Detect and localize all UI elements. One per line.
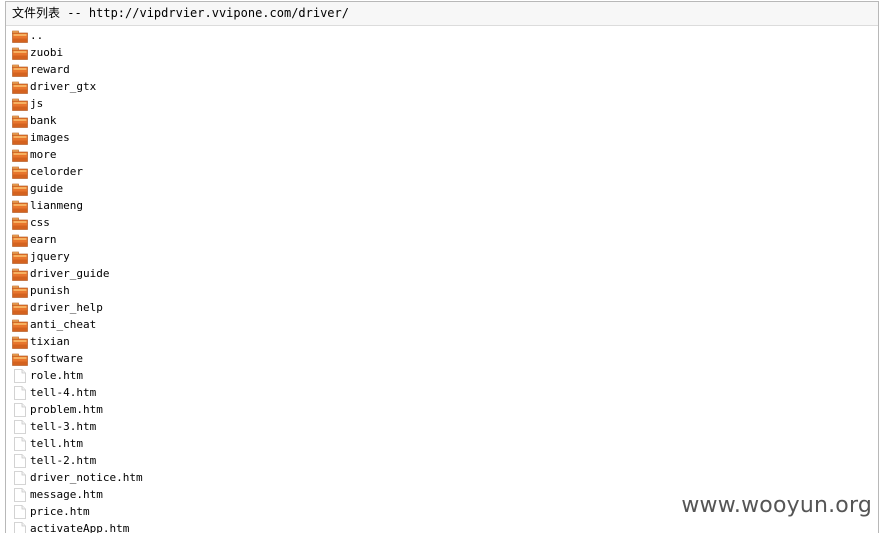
folder-link[interactable]: punish	[30, 282, 70, 299]
file-link[interactable]: tell.htm	[30, 435, 83, 452]
file-link[interactable]: tell-3.htm	[30, 418, 96, 435]
folder-icon	[12, 335, 28, 349]
folder-row[interactable]: driver_help	[6, 299, 878, 316]
file-icon	[12, 436, 28, 451]
file-icon	[12, 504, 28, 519]
folder-icon	[12, 182, 28, 196]
file-link[interactable]: tell-4.htm	[30, 384, 96, 401]
folder-icon	[12, 284, 28, 298]
folder-icon	[12, 250, 28, 264]
file-row[interactable]: tell.htm	[6, 435, 878, 452]
folder-icon	[12, 199, 28, 213]
file-link[interactable]: role.htm	[30, 367, 83, 384]
folder-row[interactable]: images	[6, 129, 878, 146]
file-list-panel: 文件列表 -- http://vipdrvier.vvipone.com/dri…	[5, 1, 879, 533]
folder-link[interactable]: earn	[30, 231, 57, 248]
folder-row[interactable]: driver_gtx	[6, 78, 878, 95]
folder-link[interactable]: bank	[30, 112, 57, 129]
folder-row[interactable]: punish	[6, 282, 878, 299]
file-row[interactable]: activateApp.htm	[6, 520, 878, 533]
file-link[interactable]: price.htm	[30, 503, 90, 520]
folder-row[interactable]: lianmeng	[6, 197, 878, 214]
folder-link[interactable]: celorder	[30, 163, 83, 180]
file-icon	[12, 521, 28, 533]
file-icon	[12, 385, 28, 400]
folder-icon	[12, 63, 28, 77]
folder-link[interactable]: driver_guide	[30, 265, 109, 282]
folder-row[interactable]: anti_cheat	[6, 316, 878, 333]
folder-link[interactable]: js	[30, 95, 43, 112]
watermark: www.wooyun.org	[681, 493, 872, 518]
folder-row[interactable]: js	[6, 95, 878, 112]
folder-icon	[12, 165, 28, 179]
folder-link[interactable]: guide	[30, 180, 63, 197]
folder-icon	[12, 80, 28, 94]
folder-row[interactable]: reward	[6, 61, 878, 78]
folder-link[interactable]: jquery	[30, 248, 70, 265]
folder-icon	[12, 301, 28, 315]
file-icon	[12, 453, 28, 468]
folder-icon	[12, 267, 28, 281]
folder-link[interactable]: css	[30, 214, 50, 231]
file-link[interactable]: problem.htm	[30, 401, 103, 418]
file-list: .. zuobi reward driver_gtx js bank image…	[6, 26, 878, 533]
folder-link[interactable]: zuobi	[30, 44, 63, 61]
folder-row[interactable]: css	[6, 214, 878, 231]
file-row[interactable]: role.htm	[6, 367, 878, 384]
folder-icon	[12, 131, 28, 145]
file-row[interactable]: tell-3.htm	[6, 418, 878, 435]
folder-icon	[12, 114, 28, 128]
page-title: 文件列表 -- http://vipdrvier.vvipone.com/dri…	[6, 2, 878, 26]
folder-row[interactable]: guide	[6, 180, 878, 197]
file-link[interactable]: activateApp.htm	[30, 520, 129, 533]
file-row[interactable]: tell-2.htm	[6, 452, 878, 469]
file-row[interactable]: problem.htm	[6, 401, 878, 418]
folder-icon	[12, 233, 28, 247]
folder-link[interactable]: tixian	[30, 333, 70, 350]
file-row[interactable]: tell-4.htm	[6, 384, 878, 401]
folder-link[interactable]: images	[30, 129, 70, 146]
folder-row[interactable]: more	[6, 146, 878, 163]
file-icon	[12, 402, 28, 417]
folder-link[interactable]: anti_cheat	[30, 316, 96, 333]
folder-link[interactable]: lianmeng	[30, 197, 83, 214]
folder-row[interactable]: celorder	[6, 163, 878, 180]
folder-row[interactable]: ..	[6, 27, 878, 44]
folder-icon	[12, 318, 28, 332]
page-viewport: 文件列表 -- http://vipdrvier.vvipone.com/dri…	[0, 0, 881, 533]
folder-icon	[12, 46, 28, 60]
folder-icon	[12, 216, 28, 230]
folder-icon	[12, 148, 28, 162]
folder-link[interactable]: reward	[30, 61, 70, 78]
folder-icon	[12, 29, 28, 43]
folder-link[interactable]: more	[30, 146, 57, 163]
folder-row[interactable]: tixian	[6, 333, 878, 350]
folder-link[interactable]: driver_gtx	[30, 78, 96, 95]
folder-link[interactable]: software	[30, 350, 83, 367]
file-icon	[12, 419, 28, 434]
file-link[interactable]: message.htm	[30, 486, 103, 503]
file-icon	[12, 470, 28, 485]
file-icon	[12, 487, 28, 502]
folder-icon	[12, 97, 28, 111]
folder-row[interactable]: zuobi	[6, 44, 878, 61]
folder-icon	[12, 352, 28, 366]
folder-link[interactable]: driver_help	[30, 299, 103, 316]
file-icon	[12, 368, 28, 383]
file-link[interactable]: driver_notice.htm	[30, 469, 143, 486]
file-link[interactable]: tell-2.htm	[30, 452, 96, 469]
file-row[interactable]: driver_notice.htm	[6, 469, 878, 486]
folder-link[interactable]: ..	[30, 27, 43, 44]
folder-row[interactable]: earn	[6, 231, 878, 248]
folder-row[interactable]: driver_guide	[6, 265, 878, 282]
folder-row[interactable]: software	[6, 350, 878, 367]
folder-row[interactable]: bank	[6, 112, 878, 129]
folder-row[interactable]: jquery	[6, 248, 878, 265]
